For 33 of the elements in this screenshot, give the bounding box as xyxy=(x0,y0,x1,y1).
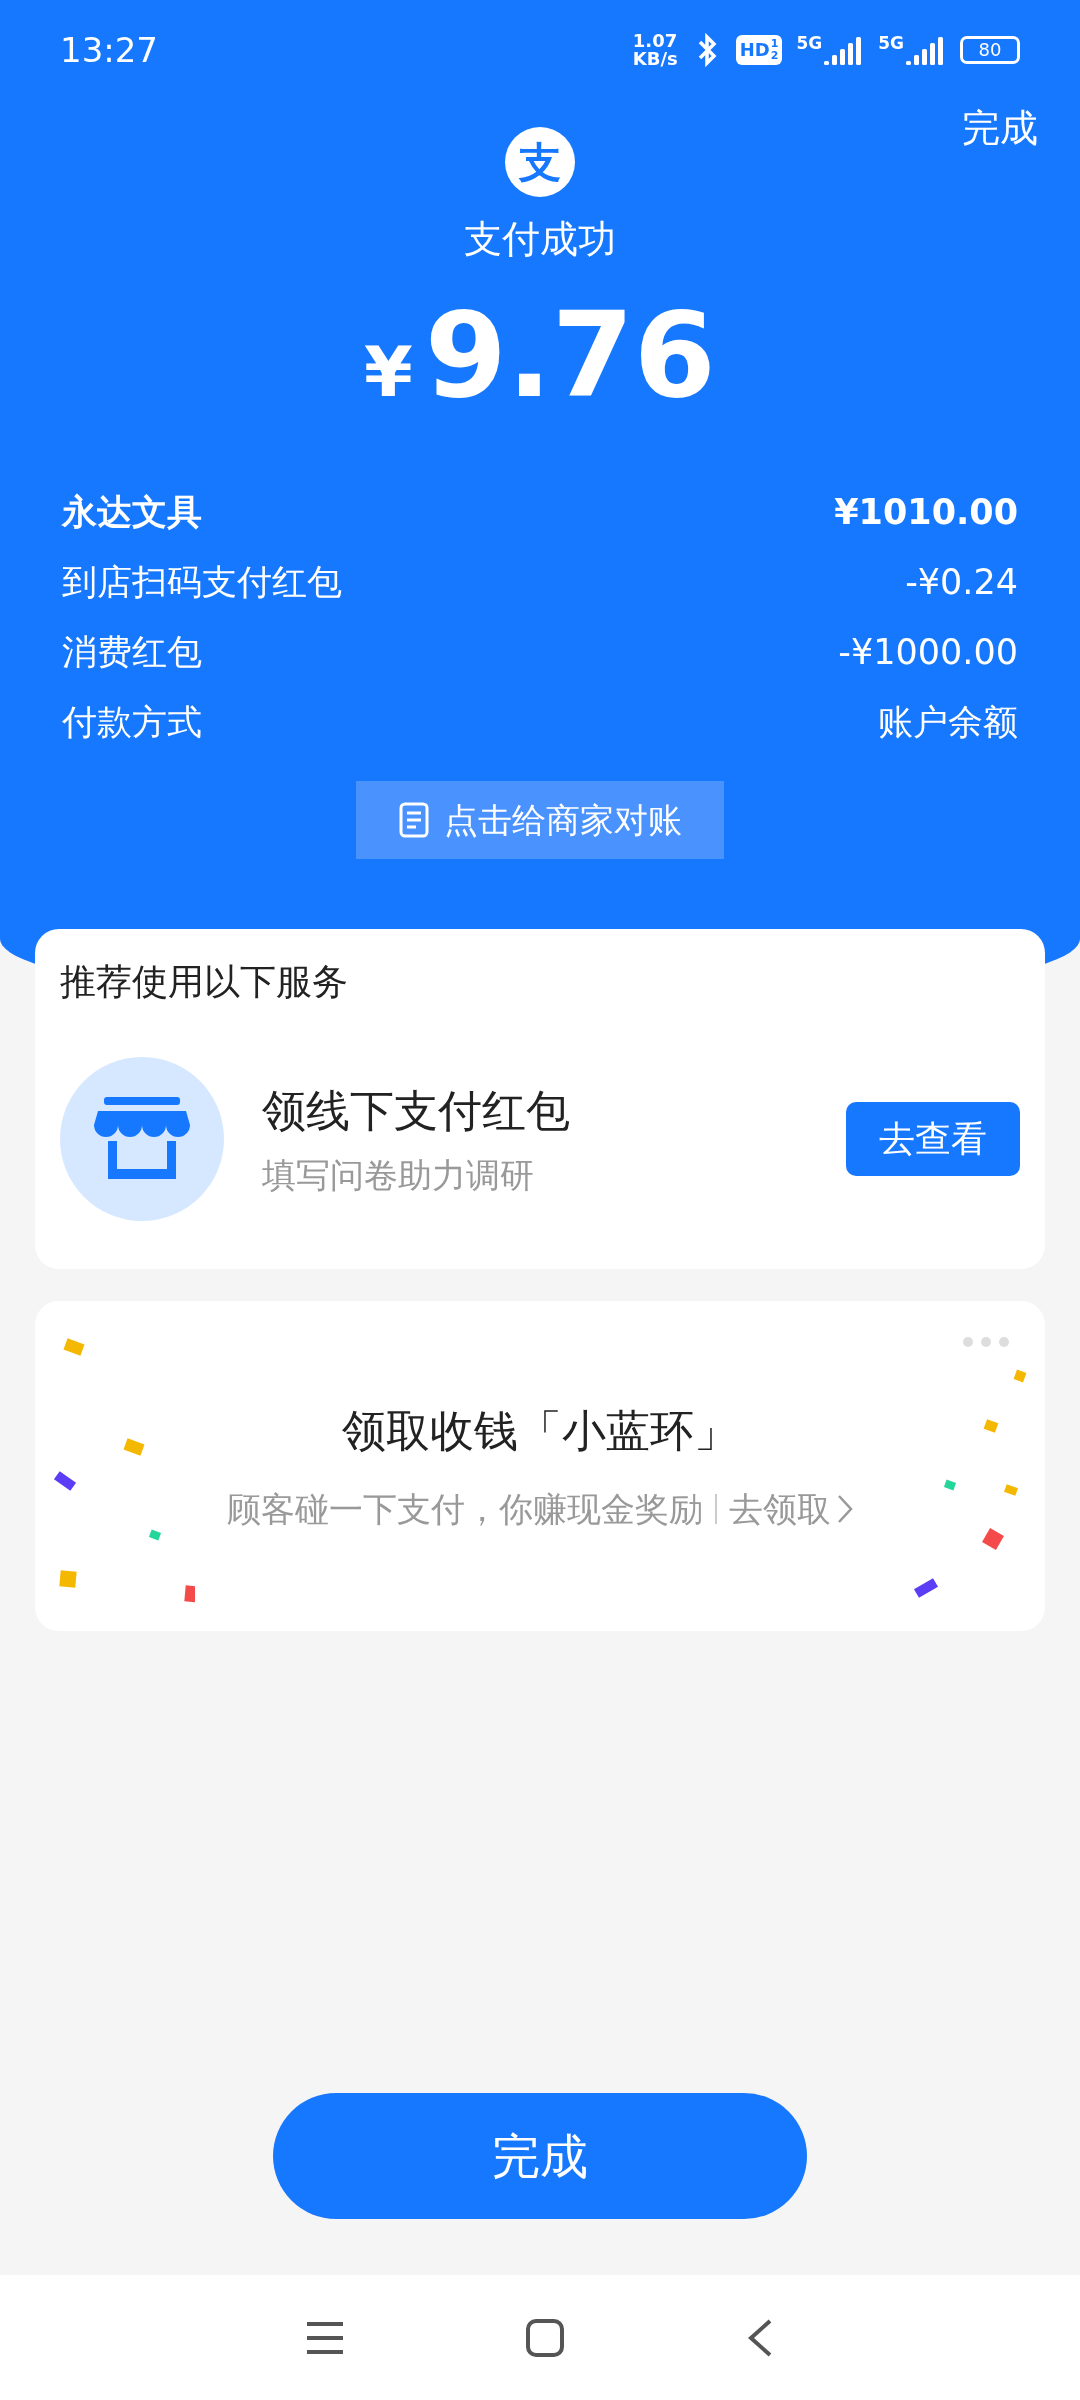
claim-link[interactable]: 去领取 xyxy=(729,1483,853,1535)
signal-icon xyxy=(906,35,946,65)
promo-subtitle: 顾客碰一下支付，你赚现金奖励 xyxy=(227,1487,703,1531)
payment-status: 支付成功 xyxy=(464,216,616,263)
menu-icon[interactable] xyxy=(305,2320,345,2355)
detail-label: 永达文具 xyxy=(62,491,202,534)
detail-value: -¥0.24 xyxy=(905,561,1018,604)
network-speed: 1.07 xyxy=(632,32,678,50)
detail-label: 消费红包 xyxy=(62,631,202,674)
battery-indicator: 80 xyxy=(960,36,1020,64)
document-icon xyxy=(398,801,430,839)
network-speed: KB/s xyxy=(632,50,678,68)
chevron-right-icon xyxy=(837,1494,853,1524)
reconcile-button[interactable]: 点击给商家对账 xyxy=(356,781,724,859)
payment-amount: 9.76 xyxy=(424,296,716,414)
detail-value: -¥1000.00 xyxy=(838,631,1018,674)
detail-label: 付款方式 xyxy=(62,701,202,744)
done-link[interactable]: 完成 xyxy=(962,100,1038,157)
app-logo: 支 xyxy=(505,127,575,197)
status-time: 13:27 xyxy=(60,28,158,72)
detail-value: ¥1010.00 xyxy=(834,491,1018,534)
network-type: 5G xyxy=(796,35,823,52)
detail-label: 到店扫码支付红包 xyxy=(62,561,342,604)
detail-value: 账户余额 xyxy=(878,701,1018,744)
currency-symbol: ¥ xyxy=(364,330,413,415)
home-icon[interactable] xyxy=(525,2317,565,2358)
card-title: 推荐使用以下服务 xyxy=(60,960,349,1004)
view-button[interactable]: 去查看 xyxy=(846,1102,1020,1176)
service-subtitle: 填写问卷助力调研 xyxy=(262,1153,535,1197)
done-button[interactable]: 完成 xyxy=(273,2093,807,2219)
service-title: 领线下支付红包 xyxy=(262,1083,571,1138)
promo-title: 领取收钱「小蓝环」 xyxy=(342,1403,738,1458)
network-type: 5G xyxy=(878,35,904,52)
